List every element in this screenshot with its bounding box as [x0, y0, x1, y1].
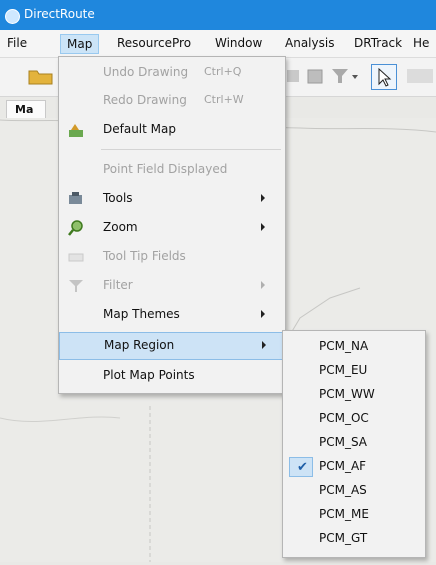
- menu-item-map-themes[interactable]: Map Themes: [59, 301, 285, 329]
- region-item-pcm-eu[interactable]: PCM_EU: [283, 359, 425, 383]
- toolbar-shape-icon[interactable]: [284, 67, 302, 85]
- submenu-arrow-icon: [262, 341, 266, 349]
- menu-help[interactable]: He: [413, 36, 429, 50]
- menu-item-undo-drawing[interactable]: Undo Drawing Ctrl+Q: [59, 59, 285, 87]
- menu-item-tools[interactable]: Tools: [59, 185, 285, 213]
- region-item-pcm-gt[interactable]: PCM_GT: [283, 527, 425, 551]
- menu-window[interactable]: Window: [215, 36, 262, 50]
- menu-item-filter[interactable]: Filter: [59, 272, 285, 300]
- app-icon: [5, 9, 20, 24]
- menu-item-redo-drawing[interactable]: Redo Drawing Ctrl+W: [59, 87, 285, 115]
- region-item-pcm-me[interactable]: PCM_ME: [283, 503, 425, 527]
- region-item-pcm-sa[interactable]: PCM_SA: [283, 431, 425, 455]
- checkmark-icon: ✔: [297, 460, 308, 475]
- map-region-submenu: PCM_NA PCM_EU PCM_WW PCM_OC PCM_SA ✔ PCM…: [282, 330, 426, 558]
- region-item-pcm-af[interactable]: ✔ PCM_AF: [283, 455, 425, 479]
- title-bar: DirectRoute: [0, 0, 436, 30]
- menu-drtrack[interactable]: DRTrack: [354, 36, 402, 50]
- toolbar-partial-icon[interactable]: [404, 66, 434, 86]
- filter-icon: [69, 280, 83, 292]
- tools-icon: [69, 192, 82, 204]
- filter-dropdown-icon[interactable]: [330, 66, 360, 86]
- menu-item-default-map[interactable]: Default Map: [59, 116, 285, 144]
- layer-icon[interactable]: [306, 66, 326, 86]
- menu-map[interactable]: Map: [60, 34, 100, 54]
- tooltip-fields-icon: [68, 253, 84, 262]
- region-item-pcm-ww[interactable]: PCM_WW: [283, 383, 425, 407]
- checkmark-box: ✔: [289, 457, 313, 477]
- zoom-icon: [68, 220, 83, 236]
- menu-item-point-field-displayed[interactable]: Point Field Displayed: [59, 156, 285, 184]
- menu-item-tool-tip-fields[interactable]: Tool Tip Fields: [59, 243, 285, 271]
- region-item-pcm-oc[interactable]: PCM_OC: [283, 407, 425, 431]
- menu-analysis[interactable]: Analysis: [285, 36, 334, 50]
- menu-item-plot-map-points[interactable]: Plot Map Points: [59, 362, 285, 390]
- menu-file[interactable]: File: [7, 36, 27, 50]
- map-document-tab[interactable]: Ma: [6, 100, 46, 118]
- map-menu-dropdown: Undo Drawing Ctrl+Q Redo Drawing Ctrl+W …: [58, 56, 286, 394]
- default-map-icon: [69, 124, 83, 137]
- window-title: DirectRoute: [24, 7, 95, 21]
- submenu-arrow-icon: [261, 194, 265, 202]
- region-item-pcm-na[interactable]: PCM_NA: [283, 335, 425, 359]
- submenu-arrow-icon: [261, 223, 265, 231]
- menu-separator: [101, 149, 281, 150]
- region-item-pcm-as[interactable]: PCM_AS: [283, 479, 425, 503]
- select-pointer-icon[interactable]: [371, 64, 397, 90]
- open-folder-icon[interactable]: [28, 66, 54, 86]
- menu-item-map-region[interactable]: Map Region: [59, 332, 285, 360]
- menu-resourcepro[interactable]: ResourcePro: [117, 36, 191, 50]
- menu-bar: File Map ResourcePro Window Analysis DRT…: [0, 30, 436, 58]
- menu-item-zoom[interactable]: Zoom: [59, 214, 285, 242]
- submenu-arrow-icon: [261, 281, 265, 289]
- submenu-arrow-icon: [261, 310, 265, 318]
